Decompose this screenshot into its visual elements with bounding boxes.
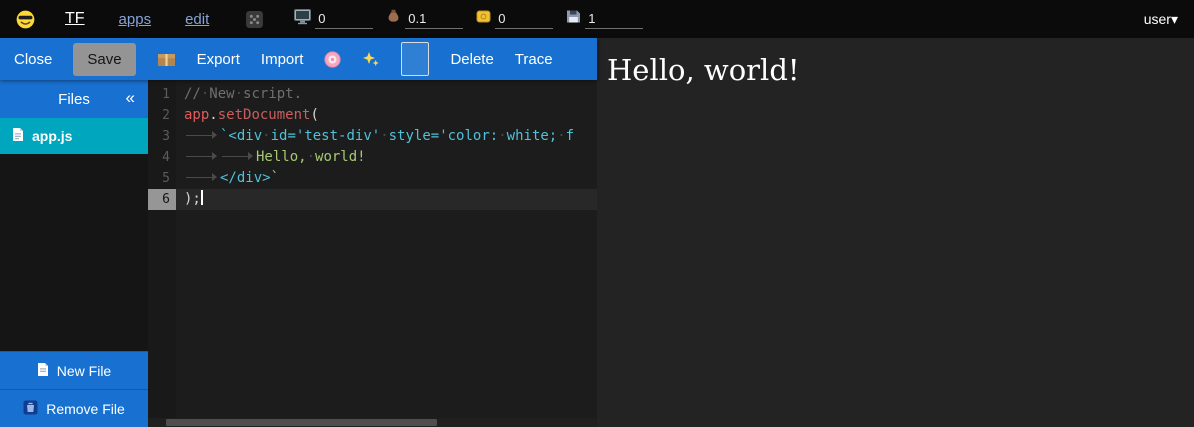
text-cursor <box>201 190 203 205</box>
code-line-1[interactable]: //·New·script. <box>176 84 597 105</box>
code-token: New <box>209 86 234 102</box>
stat-monitor-value: 0 <box>315 10 373 29</box>
smiley-sunglasses-icon[interactable] <box>16 10 35 29</box>
code-token: 'color: <box>439 128 498 144</box>
code-token: white; <box>507 128 558 144</box>
space-marker: · <box>262 128 270 144</box>
horizontal-scrollbar[interactable] <box>148 418 597 427</box>
file-item-appjs[interactable]: app.js <box>0 118 148 154</box>
topbar: TF apps edit 0 <box>0 0 1194 38</box>
export-button[interactable]: Export <box>197 51 240 68</box>
file-icon <box>12 127 24 145</box>
tab-marker <box>184 151 220 161</box>
gutter-line-3: 3 <box>148 126 176 147</box>
resource-stats: 0 0.1 0 <box>294 9 643 30</box>
package-icon[interactable] <box>157 51 176 67</box>
trace-button[interactable]: Trace <box>515 51 553 68</box>
code-line-6[interactable]: ); <box>176 189 597 210</box>
remove-file-button[interactable]: Remove File <box>0 389 148 427</box>
code-token: Hello, <box>256 149 307 165</box>
code-token: ( <box>310 107 318 123</box>
file-name: app.js <box>32 128 72 144</box>
code-token: script. <box>243 86 302 102</box>
files-body <box>0 154 148 351</box>
stat-coin: 0 <box>476 9 553 30</box>
stat-monitor: 0 <box>294 9 373 30</box>
new-file-icon <box>37 362 49 380</box>
code-token: f <box>566 128 574 144</box>
stat-floppy-value: 1 <box>585 10 643 29</box>
code-token: ` <box>271 170 279 186</box>
swirl-icon[interactable] <box>324 51 341 68</box>
code-token: // <box>184 86 201 102</box>
files-header: Files « <box>0 80 148 118</box>
stat-pouch-value: 0.1 <box>405 10 463 29</box>
collapse-files-button[interactable]: « <box>126 88 135 108</box>
code-token: `<div <box>220 128 262 144</box>
dice-icon[interactable] <box>245 10 264 29</box>
editor-gutter: 123456 <box>148 80 176 427</box>
save-button[interactable]: Save <box>73 43 135 76</box>
code-token: </div> <box>220 170 271 186</box>
new-file-button[interactable]: New File <box>0 351 148 389</box>
nav-link-apps[interactable]: apps <box>119 11 152 28</box>
sparkles-icon[interactable] <box>362 51 380 68</box>
gutter-line-6: 6 <box>148 189 176 210</box>
gutter-line-5: 5 <box>148 168 176 189</box>
tab-marker <box>220 151 256 161</box>
space-marker: · <box>557 128 565 144</box>
pouch-icon <box>386 9 401 29</box>
monitor-icon <box>294 9 311 30</box>
tab-marker <box>184 130 220 140</box>
user-menu-label: user <box>1144 11 1171 27</box>
code-line-5[interactable]: </div>` <box>176 168 597 189</box>
editor-code[interactable]: //·New·script.app.setDocument(`<div·id='… <box>176 80 597 427</box>
gutter-line-4: 4 <box>148 147 176 168</box>
files-header-label: Files <box>58 91 90 108</box>
main-area: Close Save Export Import <box>0 38 1194 427</box>
code-line-2[interactable]: app.setDocument( <box>176 105 597 126</box>
gutter-line-1: 1 <box>148 84 176 105</box>
output-text: Hello, world! <box>607 53 1194 87</box>
space-marker: · <box>307 149 315 165</box>
code-token: app <box>184 107 209 123</box>
import-button[interactable]: Import <box>261 51 304 68</box>
delete-button[interactable]: Delete <box>450 51 493 68</box>
floppy-icon <box>566 9 581 29</box>
space-marker: · <box>235 86 243 102</box>
brand-link[interactable]: TF <box>65 10 85 28</box>
caret-down-icon: ▾ <box>1171 11 1178 27</box>
editor-toolbar: Close Save Export Import <box>0 38 597 80</box>
code-editor[interactable]: 123456 //·New·script.app.setDocument(`<d… <box>148 80 597 427</box>
user-menu[interactable]: user▾ <box>1144 11 1178 28</box>
gutter-line-2: 2 <box>148 105 176 126</box>
code-token: id= <box>271 128 296 144</box>
space-marker: · <box>380 128 388 144</box>
close-button[interactable]: Close <box>14 51 52 68</box>
remove-file-label: Remove File <box>46 401 125 417</box>
editor-pane: Close Save Export Import <box>0 38 597 427</box>
code-token: ); <box>184 191 201 207</box>
stat-coin-value: 0 <box>495 10 553 29</box>
workspace: Files « app.js <box>0 80 597 427</box>
tab-marker <box>184 172 220 182</box>
files-panel: Files « app.js <box>0 80 148 427</box>
remove-file-icon <box>23 400 38 418</box>
code-token: style= <box>389 128 440 144</box>
code-token: world! <box>315 149 366 165</box>
code-line-3[interactable]: `<div·id='test-div'·style='color:·white;… <box>176 126 597 147</box>
code-line-4[interactable]: Hello,·world! <box>176 147 597 168</box>
scrollbar-thumb[interactable] <box>166 419 437 426</box>
nav-link-edit[interactable]: edit <box>185 11 209 28</box>
output-panel: Hello, world! <box>597 38 1194 427</box>
code-token: . <box>209 107 217 123</box>
blank-button[interactable] <box>401 42 429 76</box>
code-token: setDocument <box>218 107 311 123</box>
code-token: 'test-div' <box>296 128 380 144</box>
stat-floppy: 1 <box>566 9 643 30</box>
coin-icon <box>476 9 491 29</box>
stat-pouch: 0.1 <box>386 9 463 30</box>
new-file-label: New File <box>57 363 111 379</box>
space-marker: · <box>498 128 506 144</box>
